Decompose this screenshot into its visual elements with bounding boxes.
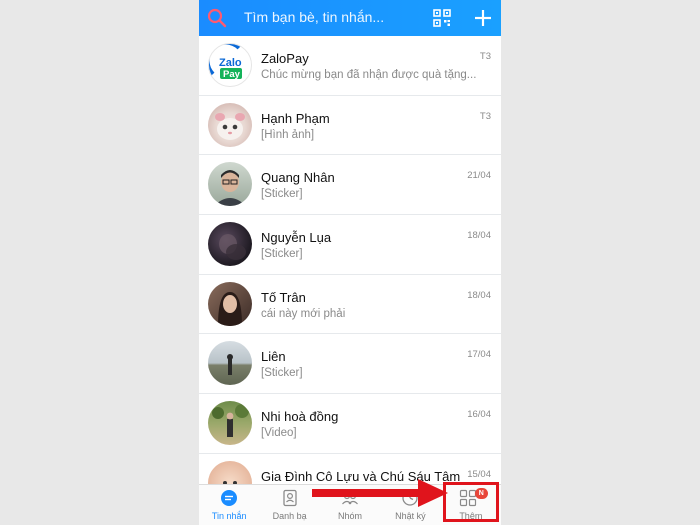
contacts-icon — [282, 489, 297, 507]
conversation-time: T3 — [479, 51, 491, 62]
conversation-preview: [Video] — [261, 427, 297, 440]
zalopay-logo-avatar: Zalo Pay — [208, 43, 252, 87]
avatar — [208, 102, 252, 147]
tab-label: Tin nhắn — [211, 511, 247, 521]
tab-messages[interactable]: Tin nhắn — [199, 485, 259, 525]
zalopay-logo-text: Zalo — [219, 57, 242, 69]
conversation-preview: [Sticker] — [261, 367, 303, 380]
conversation-name: Nhi hoà đồng — [261, 409, 339, 425]
conversation-time: 16/04 — [467, 409, 491, 421]
conversation-item[interactable]: Nguyễn Lụa [Sticker] 18/04 — [199, 215, 501, 275]
conversation-time: T3 — [479, 110, 491, 122]
conversation-preview: cái này mới phải — [261, 307, 346, 320]
conversation-item[interactable]: Nhi hoà đồng [Video] 16/04 — [199, 394, 501, 454]
conversation-time: 18/04 — [467, 289, 491, 301]
conversation-time: 18/04 — [467, 230, 491, 242]
avatar — [208, 222, 252, 267]
conversation-time: 21/04 — [467, 170, 491, 182]
conversation-preview: Chúc mừng bạn đã nhận được quà tặng... — [261, 69, 477, 81]
conversation-name: Nguyễn Lụa — [261, 230, 332, 246]
top-search-bar: Tìm bạn bè, tin nhắn... — [199, 0, 501, 36]
conversation-item[interactable]: Quang Nhân [Sticker] 21/04 — [199, 155, 501, 216]
conversation-name: ZaloPay — [261, 51, 309, 66]
conversation-preview: [Sticker] — [261, 188, 303, 201]
avatar — [208, 341, 252, 386]
conversation-list: Zalo Pay ZaloPay Chúc mừng bạn đã nhận đ… — [199, 36, 501, 514]
conversation-item[interactable]: Liên [Sticker] 17/04 — [199, 334, 501, 395]
tab-label: Nhóm — [338, 511, 363, 521]
search-icon[interactable] — [207, 8, 227, 28]
conversation-name: Liên — [261, 349, 286, 365]
chat-icon — [221, 490, 238, 506]
conversation-item[interactable]: Tố Trân cái này mới phải 18/04 — [199, 275, 501, 335]
avatar — [208, 281, 252, 326]
qr-code-icon[interactable] — [433, 9, 451, 27]
conversation-item[interactable]: Zalo Pay ZaloPay Chúc mừng bạn đã nhận đ… — [199, 36, 501, 96]
conversation-time: 17/04 — [467, 349, 491, 361]
conversation-name: Quang Nhân — [261, 170, 335, 186]
zalopay-logo-text-2: Pay — [223, 69, 241, 80]
annotation-arrow — [312, 479, 448, 507]
conversation-preview: [Hình ảnh] — [261, 128, 315, 141]
conversation-time: 15/04 — [467, 468, 491, 480]
zalopay-logo-icon: Zalo Pay — [209, 44, 242, 80]
tab-label: Nhật ký — [395, 511, 426, 521]
conversation-preview: [Sticker] — [261, 248, 303, 261]
avatar — [208, 162, 252, 207]
conversation-name: Tố Trân — [261, 289, 306, 305]
tab-label: Danh bạ — [272, 511, 307, 521]
phone-screen: Tìm bạn bè, tin nhắn... Zalo Pay ZaloPay… — [199, 0, 501, 525]
annotation-highlight-box — [443, 482, 499, 522]
search-input[interactable]: Tìm bạn bè, tin nhắn... — [244, 9, 384, 25]
conversation-item[interactable]: Hạnh Phạm [Hình ảnh] T3 — [199, 96, 501, 156]
avatar — [208, 401, 252, 446]
plus-icon[interactable] — [473, 8, 493, 28]
conversation-name: Hạnh Phạm — [261, 110, 330, 126]
